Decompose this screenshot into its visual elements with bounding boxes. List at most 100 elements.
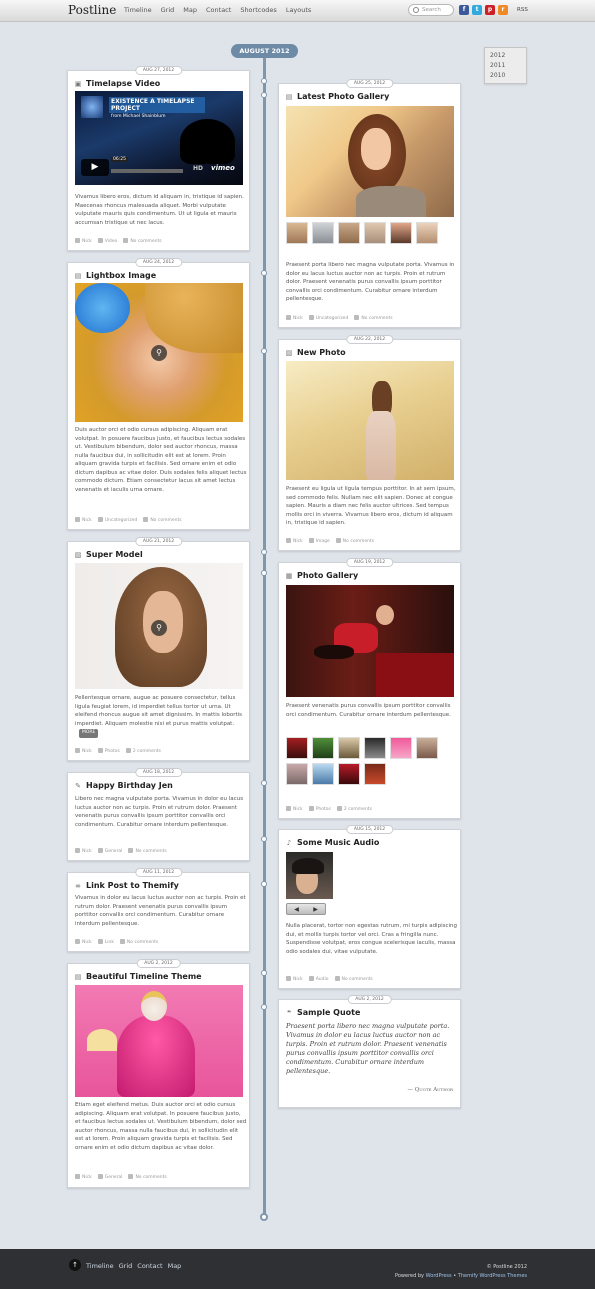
post-category[interactable]: Uncategorized	[105, 518, 138, 523]
gallery-thumbnail[interactable]	[286, 763, 308, 785]
footer-nav-grid[interactable]: Grid	[119, 1262, 133, 1270]
post-category[interactable]: Photos	[316, 807, 331, 812]
post-comments[interactable]: 2 comments	[344, 807, 372, 812]
footer-nav-contact[interactable]: Contact	[137, 1262, 162, 1270]
post-title-text[interactable]: Super Model	[86, 550, 143, 559]
post-category[interactable]: Video	[105, 239, 118, 244]
gallery-thumbnail[interactable]	[338, 222, 360, 244]
post-category[interactable]: Photos	[105, 749, 120, 754]
year-2010[interactable]: 2010	[490, 71, 526, 81]
year-2012[interactable]: 2012	[490, 51, 526, 61]
post-comments[interactable]: No comments	[343, 539, 374, 544]
post-comments[interactable]: 2 comments	[133, 749, 161, 754]
themify-link[interactable]: Themify WordPress Themes	[458, 1273, 527, 1279]
video-player[interactable]: EXISTENCE A TIMELAPSE PROJECT from Micha…	[75, 91, 243, 185]
gallery-thumbnail[interactable]	[312, 222, 334, 244]
post-title[interactable]: ❝ Sample Quote	[285, 1008, 360, 1017]
post-comments[interactable]: No comments	[135, 1175, 166, 1180]
post-title[interactable]: ▤ Beautiful Timeline Theme	[74, 972, 202, 981]
site-logo[interactable]: Postline	[68, 3, 116, 17]
hd-badge[interactable]: HD	[193, 165, 203, 172]
post-title-text[interactable]: New Photo	[297, 348, 346, 357]
post-author[interactable]: Nick	[293, 539, 303, 544]
video-progress-bar[interactable]	[111, 169, 183, 173]
gallery-thumbnail[interactable]	[312, 737, 334, 759]
wordpress-link[interactable]: WordPress	[426, 1273, 452, 1279]
gallery-thumbnail[interactable]	[286, 222, 308, 244]
post-author[interactable]: Nick	[293, 977, 303, 982]
post-title-text[interactable]: Lightbox Image	[86, 271, 156, 280]
rss-icon[interactable]: r	[498, 5, 508, 15]
search-input[interactable]: Search	[408, 4, 454, 16]
post-author[interactable]: Nick	[82, 749, 92, 754]
post-title[interactable]: ▨ New Photo	[285, 348, 346, 357]
post-category[interactable]: General	[105, 1175, 123, 1180]
gallery-thumbnail[interactable]	[286, 737, 308, 759]
post-comments[interactable]: No comments	[361, 316, 392, 321]
vimeo-logo[interactable]: vimeo	[211, 164, 235, 172]
post-title-text[interactable]: Beautiful Timeline Theme	[86, 972, 202, 981]
post-image[interactable]	[75, 985, 243, 1097]
post-author[interactable]: Nick	[293, 807, 303, 812]
post-title-text[interactable]: Sample Quote	[297, 1008, 360, 1017]
year-2011[interactable]: 2011	[490, 61, 526, 71]
post-comments[interactable]: No comments	[127, 940, 158, 945]
gallery-thumbnail[interactable]	[364, 763, 386, 785]
post-title[interactable]: ▤ Lightbox Image	[74, 271, 156, 280]
post-author[interactable]: Nick	[293, 316, 303, 321]
gallery-thumbnail[interactable]	[338, 763, 360, 785]
post-image[interactable]: ⚲	[75, 563, 243, 689]
gallery-thumbnail[interactable]	[416, 737, 438, 759]
post-title[interactable]: ▣ Timelapse Video	[74, 79, 161, 88]
zoom-icon[interactable]: ⚲	[151, 620, 167, 636]
facebook-icon[interactable]: f	[459, 5, 469, 15]
gallery-thumbnail[interactable]	[416, 222, 438, 244]
post-title-text[interactable]: Latest Photo Gallery	[297, 92, 389, 101]
gallery-main-image[interactable]	[286, 585, 454, 697]
play-icon[interactable]: ▶	[313, 906, 318, 913]
post-author[interactable]: Nick	[82, 940, 92, 945]
post-image[interactable]: ⚲	[75, 283, 243, 422]
nav-shortcodes[interactable]: Shortcodes	[240, 6, 277, 14]
zoom-icon[interactable]: ⚲	[151, 345, 167, 361]
post-title-text[interactable]: Timelapse Video	[86, 79, 160, 88]
rss-label[interactable]: RSS	[517, 7, 528, 13]
audio-player[interactable]: ◀ ▶	[286, 903, 326, 915]
gallery-thumbnail[interactable]	[338, 737, 360, 759]
post-title[interactable]: ♪ Some Music Audio	[285, 838, 380, 847]
post-category[interactable]: Image	[316, 539, 330, 544]
post-comments[interactable]: No comments	[130, 239, 161, 244]
post-author[interactable]: Nick	[82, 239, 92, 244]
post-comments[interactable]: No comments	[150, 518, 181, 523]
twitter-icon[interactable]: t	[472, 5, 482, 15]
post-category[interactable]: Audio	[316, 977, 329, 982]
nav-contact[interactable]: Contact	[206, 6, 231, 14]
more-button[interactable]: MORE	[79, 729, 99, 738]
post-category[interactable]: Link	[105, 940, 114, 945]
post-author[interactable]: Nick	[82, 1175, 92, 1180]
post-title-text[interactable]: Link Post to Themify	[86, 881, 179, 890]
play-button[interactable]: ▶	[81, 159, 109, 176]
nav-layouts[interactable]: Layouts	[286, 6, 311, 14]
nav-grid[interactable]: Grid	[161, 6, 175, 14]
footer-nav-timeline[interactable]: Timeline	[86, 1262, 114, 1270]
back-to-top-icon[interactable]: ↑	[69, 1259, 81, 1271]
post-comments[interactable]: No comments	[342, 977, 373, 982]
gallery-thumbnail[interactable]	[364, 222, 386, 244]
nav-timeline[interactable]: Timeline	[124, 6, 152, 14]
post-title[interactable]: ▤ Latest Photo Gallery	[285, 92, 390, 101]
post-title[interactable]: ∞ Link Post to Themify	[74, 881, 179, 890]
footer-nav-map[interactable]: Map	[168, 1262, 182, 1270]
gallery-thumbnail[interactable]	[390, 737, 412, 759]
post-author[interactable]: Nick	[82, 518, 92, 523]
post-title[interactable]: ▨ Super Model	[74, 550, 143, 559]
post-title[interactable]: ▦ Photo Gallery	[285, 571, 359, 580]
gallery-thumbnail[interactable]	[312, 763, 334, 785]
post-image[interactable]	[286, 361, 454, 480]
gallery-thumbnail[interactable]	[390, 222, 412, 244]
post-title[interactable]: ✎ Happy Birthday Jen	[74, 781, 173, 790]
pinterest-icon[interactable]: p	[485, 5, 495, 15]
nav-map[interactable]: Map	[183, 6, 197, 14]
post-title-text[interactable]: Happy Birthday Jen	[86, 781, 173, 790]
post-category[interactable]: General	[105, 849, 123, 854]
